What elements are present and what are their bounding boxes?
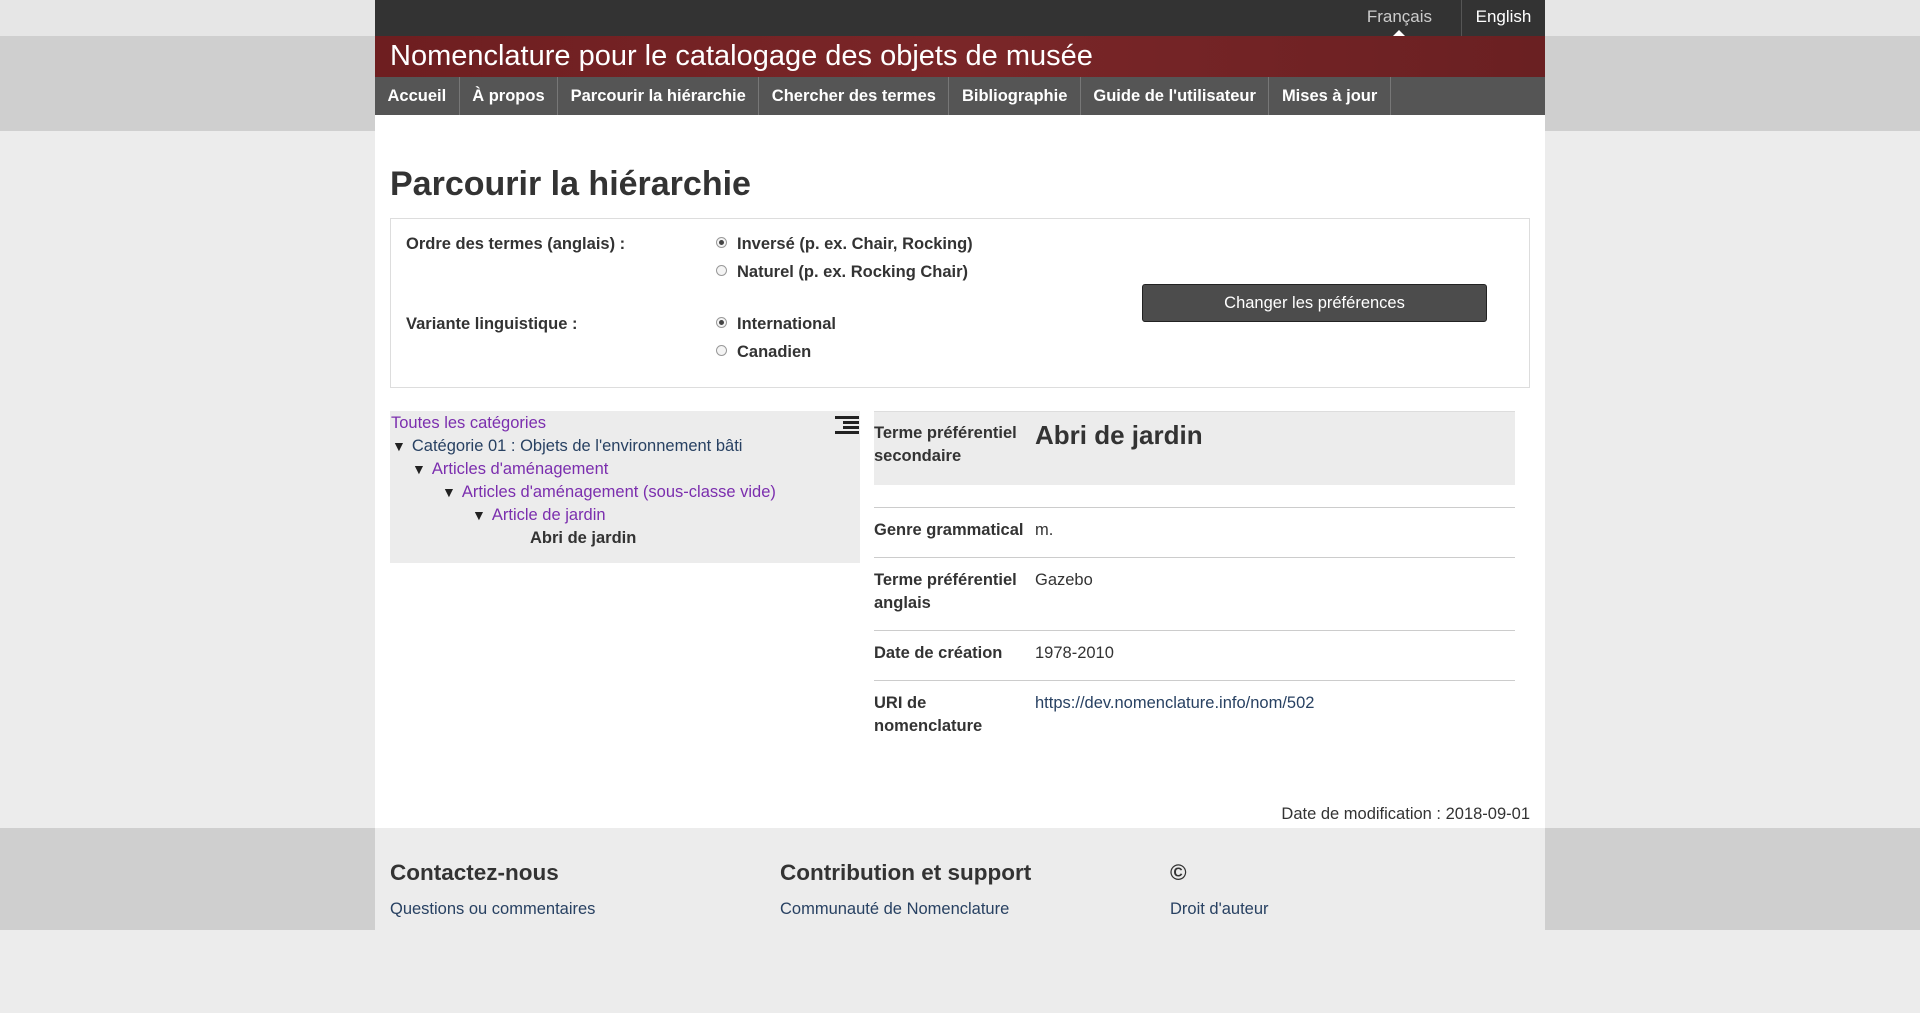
- nav-accueil[interactable]: Accueil: [375, 77, 460, 115]
- tree-node-categorie-01[interactable]: Catégorie 01 : Objets de l'environnement…: [412, 437, 743, 455]
- preferences-panel: Ordre des termes (anglais) : Inversé (p.…: [390, 218, 1530, 388]
- radio-unchecked-icon[interactable]: [716, 265, 727, 276]
- expanded-triangle-icon[interactable]: ▼: [442, 484, 456, 500]
- detail-label-terme-anglais: Terme préférentiel anglais: [874, 571, 1017, 612]
- expanded-triangle-icon[interactable]: ▼: [472, 507, 486, 523]
- nav-mises-a-jour[interactable]: Mises à jour: [1269, 77, 1391, 115]
- tree-node-article-jardin[interactable]: Article de jardin: [492, 506, 606, 524]
- collapse-list-icon[interactable]: [835, 414, 859, 434]
- radio-inverse[interactable]: Inversé (p. ex. Chair, Rocking): [716, 235, 973, 254]
- radio-checked-icon[interactable]: [716, 317, 727, 328]
- nav-a-propos[interactable]: À propos: [460, 77, 559, 115]
- term-header: Terme préférentiel secondaire Abri de ja…: [874, 411, 1515, 485]
- language-bar: Français English: [375, 0, 1545, 36]
- footer-contact-link[interactable]: Questions ou commentaires: [390, 900, 595, 919]
- tree-root-link[interactable]: Toutes les catégories: [391, 414, 546, 432]
- footer-copyright: © Droit d'auteur: [1170, 860, 1269, 919]
- tree-node-sous-classe[interactable]: Articles d'aménagement (sous-classe vide…: [462, 483, 776, 501]
- variant-label: Variante linguistique :: [406, 315, 578, 333]
- radio-inverse-label: Inversé (p. ex. Chair, Rocking): [737, 235, 973, 253]
- term-header-value: Abri de jardin: [1035, 420, 1203, 450]
- detail-label-date-creation: Date de création: [874, 644, 1003, 662]
- footer-contribution-title: Contribution et support: [780, 860, 1032, 885]
- site-title-bar: Nomenclature pour le catalogage des obje…: [375, 36, 1545, 77]
- detail-value-genre: m.: [1035, 521, 1054, 539]
- change-preferences-button[interactable]: Changer les préférences: [1142, 284, 1487, 322]
- tree-node-current: Abri de jardin: [530, 529, 637, 547]
- term-header-label: Terme préférentiel secondaire: [874, 424, 1017, 465]
- divider: [874, 507, 1515, 508]
- detail-label-uri: URI de nomenclature: [874, 694, 983, 735]
- lang-francais[interactable]: Français: [1352, 0, 1447, 36]
- main-nav: Accueil À propos Parcourir la hiérarchie…: [375, 77, 1545, 115]
- detail-value-uri-link[interactable]: https://dev.nomenclature.info/nom/502: [1035, 692, 1314, 715]
- footer-copyright-link[interactable]: Droit d'auteur: [1170, 900, 1269, 919]
- page-title: Parcourir la hiérarchie: [390, 165, 751, 203]
- radio-unchecked-icon[interactable]: [716, 345, 727, 356]
- radio-international[interactable]: International: [716, 315, 836, 334]
- radio-canadien-label: Canadien: [737, 343, 812, 361]
- radio-naturel[interactable]: Naturel (p. ex. Rocking Chair): [716, 263, 968, 282]
- radio-checked-icon[interactable]: [716, 237, 727, 248]
- lang-francais-label: Français: [1366, 7, 1432, 26]
- top-bar: Français English: [0, 0, 1920, 36]
- nav-guide[interactable]: Guide de l'utilisateur: [1081, 77, 1270, 115]
- footer: Contactez-nous Questions ou commentaires…: [375, 828, 1545, 930]
- footer-contact: Contactez-nous Questions ou commentaires: [390, 860, 595, 919]
- tree-node-articles-amenagement[interactable]: Articles d'aménagement: [432, 460, 609, 478]
- divider: [874, 680, 1515, 681]
- footer-contribution: Contribution et support Communauté de No…: [780, 860, 1031, 919]
- nav-parcourir[interactable]: Parcourir la hiérarchie: [558, 77, 760, 115]
- page-bottom: [0, 930, 1920, 1013]
- radio-canadien[interactable]: Canadien: [716, 343, 811, 362]
- site-title[interactable]: Nomenclature pour le catalogage des obje…: [390, 40, 1093, 73]
- nav-chercher[interactable]: Chercher des termes: [759, 77, 950, 115]
- lang-english[interactable]: English: [1461, 0, 1545, 36]
- expanded-triangle-icon[interactable]: ▼: [392, 438, 406, 454]
- radio-naturel-label: Naturel (p. ex. Rocking Chair): [737, 263, 969, 281]
- main-content: Parcourir la hiérarchie Ordre des termes…: [375, 115, 1545, 828]
- divider: [874, 630, 1515, 631]
- divider: [874, 557, 1515, 558]
- footer-copyright-title: ©: [1170, 860, 1187, 885]
- detail-label-genre: Genre grammatical: [874, 521, 1024, 539]
- hierarchy-tree: Toutes les catégories ▼ Catégorie 01 : Ob…: [390, 411, 860, 563]
- detail-value-date-creation: 1978-2010: [1035, 644, 1114, 662]
- nav-bibliographie[interactable]: Bibliographie: [949, 77, 1081, 115]
- expanded-triangle-icon[interactable]: ▼: [412, 461, 426, 477]
- footer-contact-title: Contactez-nous: [390, 860, 559, 885]
- detail-value-terme-anglais: Gazebo: [1035, 571, 1093, 589]
- radio-international-label: International: [737, 315, 837, 333]
- footer-contribution-link[interactable]: Communauté de Nomenclature: [780, 900, 1031, 919]
- order-label: Ordre des termes (anglais) :: [406, 235, 626, 253]
- modified-date: Date de modification : 2018-09-01: [1281, 805, 1530, 823]
